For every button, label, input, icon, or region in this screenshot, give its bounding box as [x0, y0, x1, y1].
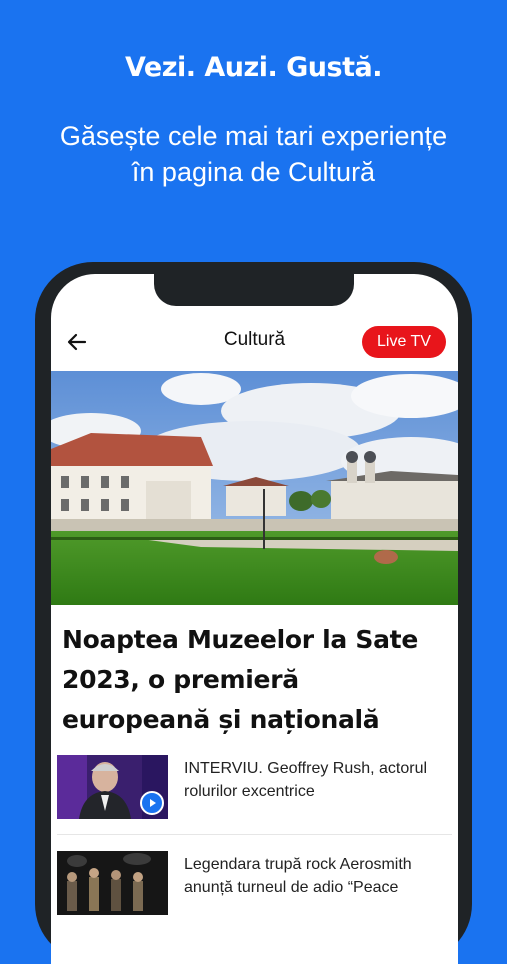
- article-thumbnail: [57, 755, 168, 819]
- divider: [57, 834, 452, 835]
- live-tv-button[interactable]: Live TV: [362, 326, 446, 358]
- phone-frame: Cultură Live TV Noaptea Muzeelor la Sate…: [35, 262, 472, 964]
- article-title: Legendara trupă rock Aerosmith anunță tu…: [184, 856, 412, 896]
- featured-headline[interactable]: Noaptea Muzeelor la Sate 2023, o premier…: [62, 620, 452, 740]
- featured-image[interactable]: [51, 371, 458, 605]
- article-title: INTERVIU. Geoffrey Rush, actorul roluril…: [184, 760, 428, 800]
- promo-subtitle: Găsește cele mai tari experiențe în pagi…: [20, 118, 487, 190]
- app-bar: Cultură Live TV: [51, 318, 458, 368]
- phone-notch: [154, 274, 354, 306]
- play-icon: [140, 791, 164, 815]
- promo-subtitle-line2: în pagina de Cultură: [131, 157, 376, 187]
- phone-screen: Cultură Live TV Noaptea Muzeelor la Sate…: [51, 274, 458, 964]
- article-thumbnail: [57, 851, 168, 915]
- promo-tagline: Vezi. Auzi. Gustă.: [125, 52, 382, 83]
- promo-subtitle-line1: Găsește cele mai tari experiențe: [59, 121, 448, 151]
